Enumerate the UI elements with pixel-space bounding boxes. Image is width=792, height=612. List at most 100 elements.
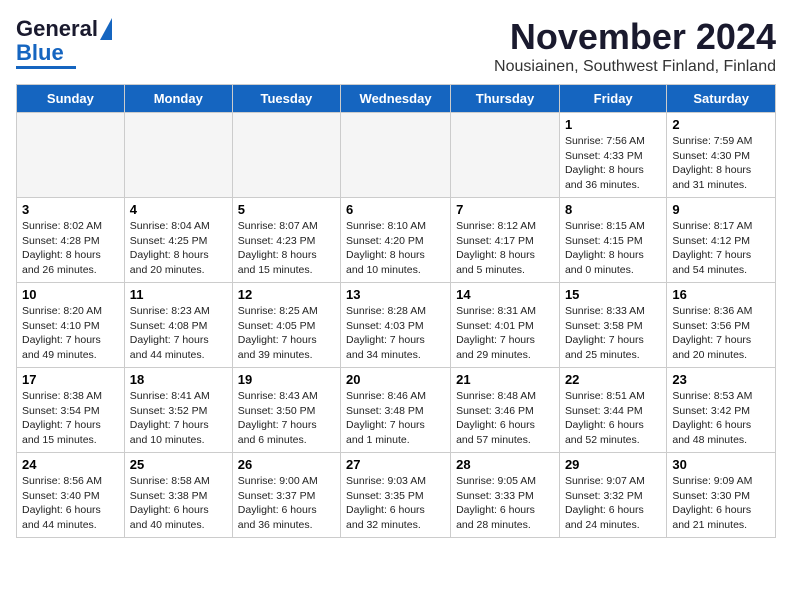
- col-header-wednesday: Wednesday: [341, 85, 451, 113]
- calendar-cell: 22 Sunrise: 8:51 AM Sunset: 3:44 PM Dayli…: [559, 368, 666, 453]
- calendar-cell: [341, 113, 451, 198]
- calendar-cell: 14 Sunrise: 8:31 AM Sunset: 4:01 PM Dayli…: [451, 283, 560, 368]
- calendar-cell: 19 Sunrise: 8:43 AM Sunset: 3:50 PM Dayli…: [232, 368, 340, 453]
- day-number: 25: [130, 457, 227, 472]
- calendar-cell: 7Sunrise: 8:12 AM Sunset: 4:17 PM Daylig…: [451, 198, 560, 283]
- day-number: 5: [238, 202, 335, 217]
- day-number: 6: [346, 202, 445, 217]
- day-number: 18: [130, 372, 227, 387]
- col-header-saturday: Saturday: [667, 85, 776, 113]
- day-info: Sunrise: 9:07 AM Sunset: 3:32 PM Dayligh…: [565, 474, 661, 533]
- week-row-3: 10 Sunrise: 8:20 AM Sunset: 4:10 PM Dayli…: [17, 283, 776, 368]
- calendar-cell: [232, 113, 340, 198]
- day-info: Sunrise: 9:05 AM Sunset: 3:33 PM Dayligh…: [456, 474, 554, 533]
- day-info: Sunrise: 8:17 AM Sunset: 4:12 PM Dayligh…: [672, 219, 770, 278]
- day-number: 23: [672, 372, 770, 387]
- calendar-cell: 1Sunrise: 7:56 AM Sunset: 4:33 PM Daylig…: [559, 113, 666, 198]
- day-number: 30: [672, 457, 770, 472]
- month-title: November 2024: [494, 16, 776, 58]
- calendar-cell: 6 Sunrise: 8:10 AM Sunset: 4:20 PM Daylig…: [341, 198, 451, 283]
- day-number: 7: [456, 202, 554, 217]
- day-info: Sunrise: 9:00 AM Sunset: 3:37 PM Dayligh…: [238, 474, 335, 533]
- day-info: Sunrise: 8:10 AM Sunset: 4:20 PM Dayligh…: [346, 219, 445, 278]
- calendar-cell: 20 Sunrise: 8:46 AM Sunset: 3:48 PM Dayli…: [341, 368, 451, 453]
- day-info: Sunrise: 8:07 AM Sunset: 4:23 PM Dayligh…: [238, 219, 335, 278]
- day-info: Sunrise: 8:48 AM Sunset: 3:46 PM Dayligh…: [456, 389, 554, 448]
- calendar-cell: 25 Sunrise: 8:58 AM Sunset: 3:38 PM Dayli…: [124, 453, 232, 538]
- calendar-cell: 23 Sunrise: 8:53 AM Sunset: 3:42 PM Dayli…: [667, 368, 776, 453]
- logo-general: General: [16, 16, 98, 42]
- day-info: Sunrise: 8:31 AM Sunset: 4:01 PM Dayligh…: [456, 304, 554, 363]
- col-header-thursday: Thursday: [451, 85, 560, 113]
- col-header-friday: Friday: [559, 85, 666, 113]
- day-number: 28: [456, 457, 554, 472]
- location-subtitle: Nousiainen, Southwest Finland, Finland: [494, 58, 776, 76]
- day-number: 10: [22, 287, 119, 302]
- calendar-cell: 13Sunrise: 8:28 AM Sunset: 4:03 PM Dayli…: [341, 283, 451, 368]
- day-number: 20: [346, 372, 445, 387]
- calendar-cell: 4 Sunrise: 8:04 AM Sunset: 4:25 PM Daylig…: [124, 198, 232, 283]
- logo-blue: Blue: [16, 42, 64, 64]
- col-header-sunday: Sunday: [17, 85, 125, 113]
- calendar-cell: 29 Sunrise: 9:07 AM Sunset: 3:32 PM Dayli…: [559, 453, 666, 538]
- day-number: 24: [22, 457, 119, 472]
- day-info: Sunrise: 8:43 AM Sunset: 3:50 PM Dayligh…: [238, 389, 335, 448]
- calendar-header-row: SundayMondayTuesdayWednesdayThursdayFrid…: [17, 85, 776, 113]
- day-number: 1: [565, 117, 661, 132]
- logo-underline: [16, 66, 76, 69]
- logo-triangle-icon: [100, 18, 112, 40]
- day-number: 16: [672, 287, 770, 302]
- day-number: 3: [22, 202, 119, 217]
- col-header-monday: Monday: [124, 85, 232, 113]
- day-number: 29: [565, 457, 661, 472]
- day-number: 15: [565, 287, 661, 302]
- day-info: Sunrise: 8:38 AM Sunset: 3:54 PM Dayligh…: [22, 389, 119, 448]
- day-info: Sunrise: 8:36 AM Sunset: 3:56 PM Dayligh…: [672, 304, 770, 363]
- calendar-cell: 11Sunrise: 8:23 AM Sunset: 4:08 PM Dayli…: [124, 283, 232, 368]
- calendar-cell: 18 Sunrise: 8:41 AM Sunset: 3:52 PM Dayli…: [124, 368, 232, 453]
- title-section: November 2024 Nousiainen, Southwest Finl…: [494, 16, 776, 76]
- calendar-cell: [124, 113, 232, 198]
- day-info: Sunrise: 8:28 AM Sunset: 4:03 PM Dayligh…: [346, 304, 445, 363]
- calendar-cell: 21 Sunrise: 8:48 AM Sunset: 3:46 PM Dayli…: [451, 368, 560, 453]
- calendar-table: SundayMondayTuesdayWednesdayThursdayFrid…: [16, 84, 776, 538]
- calendar-cell: [451, 113, 560, 198]
- week-row-5: 24 Sunrise: 8:56 AM Sunset: 3:40 PM Dayli…: [17, 453, 776, 538]
- day-info: Sunrise: 8:41 AM Sunset: 3:52 PM Dayligh…: [130, 389, 227, 448]
- day-info: Sunrise: 8:20 AM Sunset: 4:10 PM Dayligh…: [22, 304, 119, 363]
- day-number: 21: [456, 372, 554, 387]
- calendar-cell: 26 Sunrise: 9:00 AM Sunset: 3:37 PM Dayli…: [232, 453, 340, 538]
- day-info: Sunrise: 8:51 AM Sunset: 3:44 PM Dayligh…: [565, 389, 661, 448]
- day-info: Sunrise: 8:46 AM Sunset: 3:48 PM Dayligh…: [346, 389, 445, 448]
- day-number: 19: [238, 372, 335, 387]
- day-info: Sunrise: 8:15 AM Sunset: 4:15 PM Dayligh…: [565, 219, 661, 278]
- day-number: 4: [130, 202, 227, 217]
- day-info: Sunrise: 8:53 AM Sunset: 3:42 PM Dayligh…: [672, 389, 770, 448]
- day-number: 12: [238, 287, 335, 302]
- day-number: 27: [346, 457, 445, 472]
- day-number: 2: [672, 117, 770, 132]
- calendar-cell: 5 Sunrise: 8:07 AM Sunset: 4:23 PM Daylig…: [232, 198, 340, 283]
- week-row-2: 3Sunrise: 8:02 AM Sunset: 4:28 PM Daylig…: [17, 198, 776, 283]
- calendar-cell: 30Sunrise: 9:09 AM Sunset: 3:30 PM Dayli…: [667, 453, 776, 538]
- day-info: Sunrise: 9:03 AM Sunset: 3:35 PM Dayligh…: [346, 474, 445, 533]
- day-number: 9: [672, 202, 770, 217]
- calendar-cell: 15 Sunrise: 8:33 AM Sunset: 3:58 PM Dayli…: [559, 283, 666, 368]
- day-number: 26: [238, 457, 335, 472]
- day-info: Sunrise: 8:56 AM Sunset: 3:40 PM Dayligh…: [22, 474, 119, 533]
- logo: General Blue: [16, 16, 112, 69]
- day-number: 22: [565, 372, 661, 387]
- week-row-4: 17 Sunrise: 8:38 AM Sunset: 3:54 PM Dayli…: [17, 368, 776, 453]
- day-info: Sunrise: 7:59 AM Sunset: 4:30 PM Dayligh…: [672, 134, 770, 193]
- day-number: 17: [22, 372, 119, 387]
- day-number: 14: [456, 287, 554, 302]
- header: General Blue November 2024 Nousiainen, S…: [16, 16, 776, 76]
- day-info: Sunrise: 8:33 AM Sunset: 3:58 PM Dayligh…: [565, 304, 661, 363]
- day-info: Sunrise: 8:04 AM Sunset: 4:25 PM Dayligh…: [130, 219, 227, 278]
- calendar-cell: 17 Sunrise: 8:38 AM Sunset: 3:54 PM Dayli…: [17, 368, 125, 453]
- week-row-1: 1Sunrise: 7:56 AM Sunset: 4:33 PM Daylig…: [17, 113, 776, 198]
- day-number: 8: [565, 202, 661, 217]
- day-info: Sunrise: 8:25 AM Sunset: 4:05 PM Dayligh…: [238, 304, 335, 363]
- calendar-cell: 27 Sunrise: 9:03 AM Sunset: 3:35 PM Dayli…: [341, 453, 451, 538]
- day-info: Sunrise: 8:58 AM Sunset: 3:38 PM Dayligh…: [130, 474, 227, 533]
